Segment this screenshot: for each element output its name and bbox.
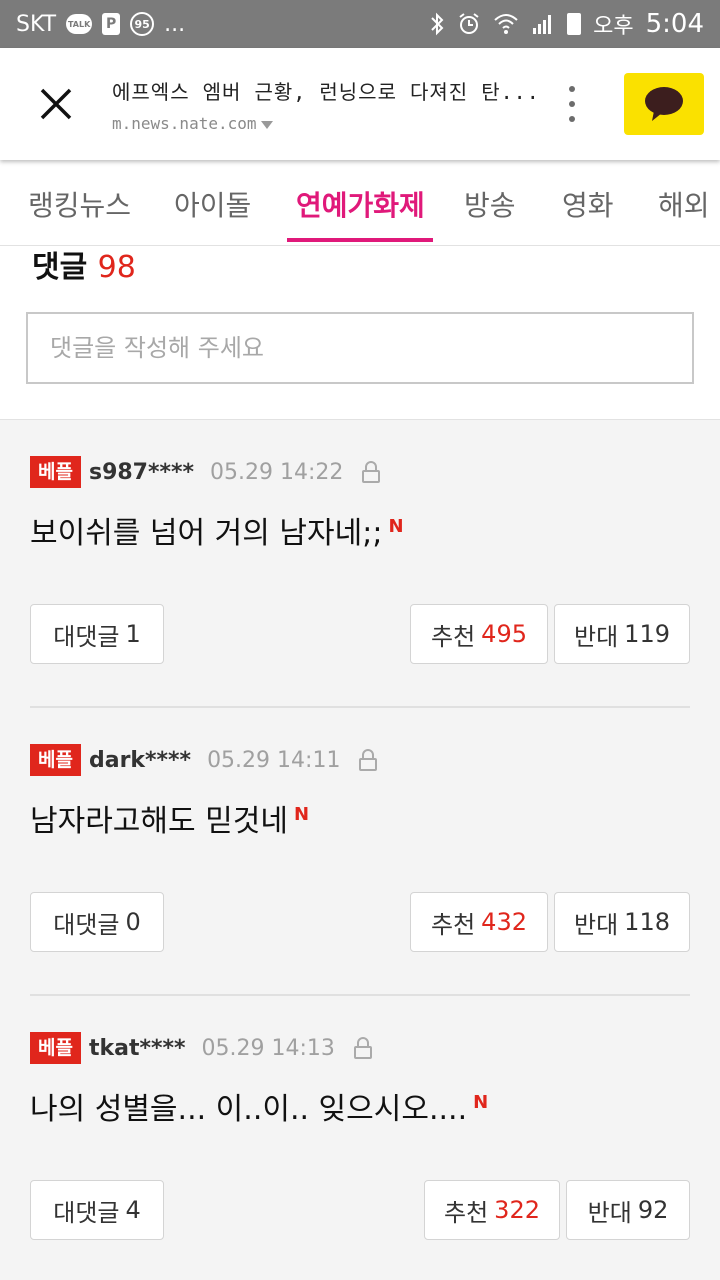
dislike-label: 반대 bbox=[574, 910, 619, 939]
wifi-icon bbox=[494, 14, 518, 34]
page-title: 에프엑스 엠버 근황, 런닝으로 다져진 탄... bbox=[112, 80, 540, 104]
like-button[interactable]: 추천 322 bbox=[424, 1180, 560, 1240]
active-tab-indicator bbox=[287, 238, 433, 242]
like-label: 추천 bbox=[431, 910, 476, 939]
tab-overseas[interactable]: 해외 bbox=[658, 184, 710, 224]
close-icon[interactable] bbox=[30, 78, 82, 130]
reply-count: 1 bbox=[125, 620, 141, 648]
like-button[interactable]: 추천 432 bbox=[410, 892, 548, 952]
tab-entertainment[interactable]: 연예가화제 bbox=[296, 184, 425, 224]
dislike-button[interactable]: 반대 119 bbox=[554, 604, 690, 664]
ampm-label: 오후 bbox=[593, 14, 634, 39]
comment-count-number: 98 bbox=[97, 250, 136, 285]
reply-button[interactable]: 대댓글 1 bbox=[30, 604, 164, 664]
browser-top-bar: 에프엑스 엠버 근황, 런닝으로 다져진 탄... m.news.nate.co… bbox=[0, 48, 720, 160]
comment-text: 나의 성별을... 이..이.. 잊으시오.... bbox=[30, 1092, 468, 1127]
like-button[interactable]: 추천 495 bbox=[410, 604, 548, 664]
signal-icon bbox=[533, 15, 552, 34]
like-label: 추천 bbox=[431, 622, 476, 651]
notification-95-icon: 95 bbox=[130, 12, 155, 36]
comment-user[interactable]: dark**** bbox=[89, 748, 191, 773]
like-count: 432 bbox=[481, 908, 527, 936]
dislike-label: 반대 bbox=[574, 622, 619, 651]
like-label: 추천 bbox=[444, 1198, 489, 1227]
comment-item: 베플 tkat**** 05.29 14:13 나의 성별을... 이..이..… bbox=[0, 996, 720, 1280]
comment-count: 댓글 98 bbox=[32, 242, 136, 286]
battery-icon bbox=[567, 13, 582, 35]
url-text: m.news.nate.com bbox=[112, 114, 257, 133]
p-app-icon: P bbox=[102, 13, 121, 35]
reply-button[interactable]: 대댓글 0 bbox=[30, 892, 164, 952]
dislike-label: 반대 bbox=[587, 1198, 632, 1227]
lock-icon[interactable] bbox=[358, 749, 378, 771]
tab-movie[interactable]: 영화 bbox=[562, 184, 614, 224]
comment-header: 댓글 98 댓글을 작성해 주세요 bbox=[0, 246, 720, 420]
comment-time: 05.29 14:13 bbox=[201, 1035, 335, 1061]
kakao-share-icon bbox=[645, 87, 683, 121]
comment-time: 05.29 14:22 bbox=[210, 459, 344, 485]
category-tabs: 랭킹뉴스 아이돌 연예가화제 방송 영화 해외 bbox=[0, 160, 720, 246]
dislike-count: 119 bbox=[624, 620, 670, 648]
comment-text: 보이쉬를 넘어 거의 남자네;; bbox=[30, 516, 383, 551]
kakaotalk-icon: TALK bbox=[66, 14, 93, 34]
like-count: 322 bbox=[494, 1196, 540, 1224]
more-notifications: ... bbox=[164, 11, 186, 37]
comment-input[interactable]: 댓글을 작성해 주세요 bbox=[26, 312, 694, 384]
dislike-button[interactable]: 반대 118 bbox=[554, 892, 690, 952]
new-mark-icon: N bbox=[388, 516, 404, 537]
carrier-label: SKT bbox=[16, 11, 57, 37]
tab-ranking-news[interactable]: 랭킹뉴스 bbox=[28, 184, 131, 224]
bluetooth-icon bbox=[431, 12, 444, 36]
best-comment-badge: 베플 bbox=[30, 456, 81, 488]
more-vert-icon[interactable] bbox=[560, 86, 584, 122]
new-mark-icon: N bbox=[473, 1092, 489, 1113]
tab-idol[interactable]: 아이돌 bbox=[174, 184, 251, 224]
lock-icon[interactable] bbox=[361, 461, 381, 483]
comment-user[interactable]: s987**** bbox=[89, 460, 194, 485]
reply-label: 대댓글 bbox=[53, 1198, 120, 1227]
reply-label: 대댓글 bbox=[53, 622, 120, 651]
dislike-count: 118 bbox=[624, 908, 670, 936]
best-comment-badge: 베플 bbox=[30, 1032, 81, 1064]
clock: 5:04 bbox=[645, 9, 704, 39]
comment-body: 나의 성별을... 이..이.. 잊으시오.... N bbox=[30, 1084, 488, 1128]
dislike-button[interactable]: 반대 92 bbox=[566, 1180, 690, 1240]
dislike-count: 92 bbox=[637, 1196, 669, 1224]
reply-count: 4 bbox=[125, 1196, 141, 1224]
reply-label: 대댓글 bbox=[53, 910, 120, 939]
comment-time: 05.29 14:11 bbox=[207, 747, 341, 773]
comment-text: 남자라고해도 믿것네 bbox=[30, 804, 288, 839]
comment-body: 보이쉬를 넘어 거의 남자네;; N bbox=[30, 508, 404, 552]
reply-button[interactable]: 대댓글 4 bbox=[30, 1180, 164, 1240]
url-label[interactable]: m.news.nate.com bbox=[112, 114, 273, 133]
comment-heading: 댓글 bbox=[32, 250, 88, 285]
comment-item: 베플 s987**** 05.29 14:22 보이쉬를 넘어 거의 남자네;;… bbox=[0, 420, 720, 708]
comment-user[interactable]: tkat**** bbox=[89, 1036, 186, 1061]
new-mark-icon: N bbox=[293, 804, 310, 825]
kakao-share-button[interactable] bbox=[624, 73, 704, 135]
tab-broadcast[interactable]: 방송 bbox=[464, 184, 516, 224]
alarm-icon bbox=[459, 13, 479, 34]
comment-body: 남자라고해도 믿것네 N bbox=[30, 796, 309, 840]
reply-count: 0 bbox=[125, 908, 141, 936]
like-count: 495 bbox=[481, 620, 527, 648]
comment-item: 베플 dark**** 05.29 14:11 남자라고해도 믿것네 N 대댓글 0… bbox=[0, 708, 720, 996]
lock-icon[interactable] bbox=[353, 1037, 373, 1059]
status-bar: SKT TALK P 95 ... 오후 5:04 bbox=[0, 0, 720, 48]
chevron-down-icon bbox=[260, 120, 273, 129]
best-comment-badge: 베플 bbox=[30, 744, 81, 776]
